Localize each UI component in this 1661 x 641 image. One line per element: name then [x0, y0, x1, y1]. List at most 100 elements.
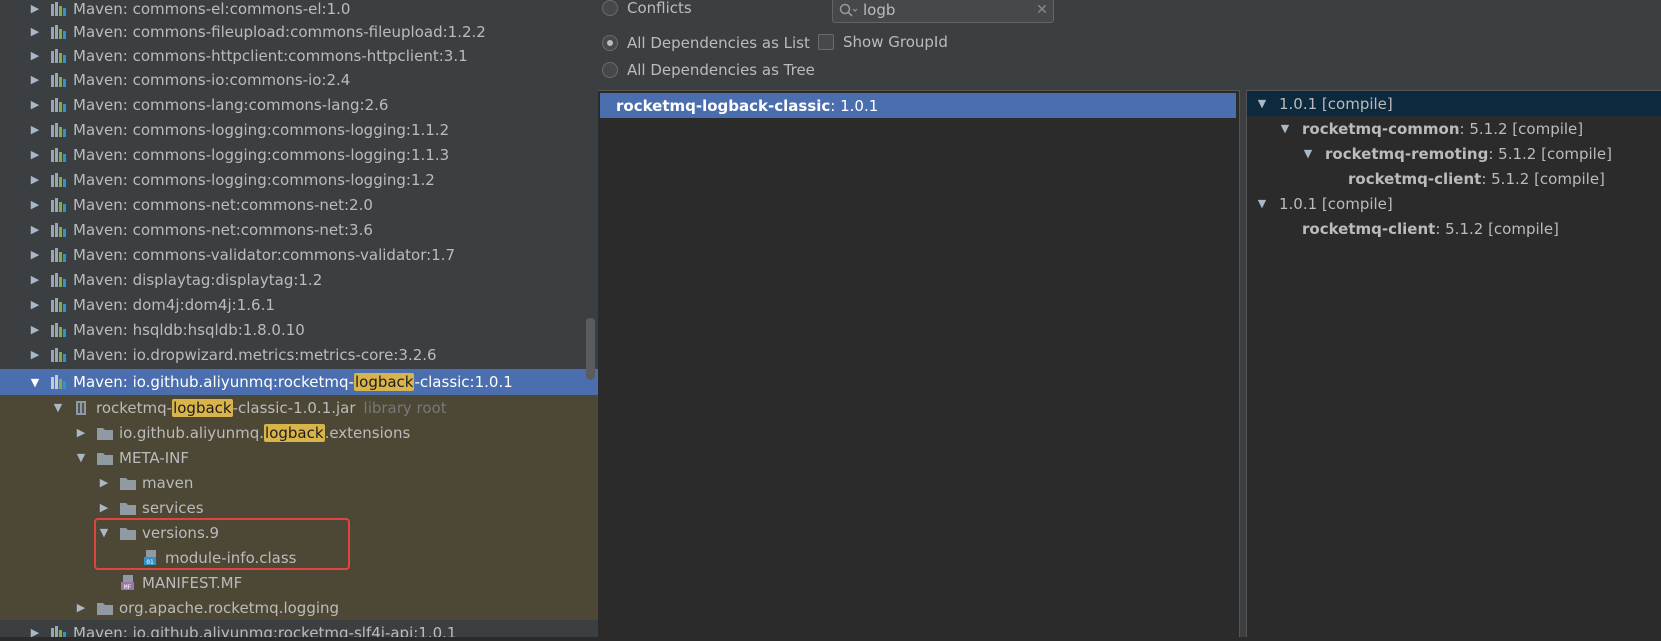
conflicts-option[interactable]: Conflicts	[602, 0, 692, 18]
tree-row-folder[interactable]: ▶ maven	[0, 470, 598, 495]
expand-arrow-icon[interactable]: ▶	[28, 273, 42, 287]
search-match-highlight: logback	[264, 423, 325, 442]
dependency-list[interactable]: rocketmq-logback-classic : 1.0.1	[598, 90, 1240, 641]
list-item-selected[interactable]: rocketmq-logback-classic : 1.0.1	[600, 93, 1236, 118]
tree-row-package[interactable]: ▶ io.github.aliyunmq. logback .extensions	[0, 420, 598, 445]
library-icon	[51, 122, 66, 137]
search-match-highlight: logback	[172, 398, 233, 417]
tree-row-label: Maven: commons-validator:commons-validat…	[73, 245, 456, 264]
tree-row[interactable]: ▶ Maven: io.dropwizard.metrics:metrics-c…	[0, 342, 598, 367]
expand-arrow-icon[interactable]: ▶	[28, 323, 42, 337]
tree-row-folder[interactable]: ▶ services	[0, 495, 598, 520]
expand-arrow-icon[interactable]: ▶	[28, 25, 42, 39]
list-mode-option[interactable]: All Dependencies as List	[602, 33, 810, 53]
collapse-arrow-icon[interactable]: ▼	[51, 401, 65, 415]
tree-row[interactable]: ▶ Maven: commons-net:commons-net:2.0	[0, 192, 598, 217]
tree-row[interactable]: ▶ Maven: commons-net:commons-net:3.6	[0, 217, 598, 242]
expand-arrow-icon[interactable]: ▶	[28, 348, 42, 362]
expand-arrow-icon[interactable]: ▶	[97, 476, 111, 490]
folder-icon	[97, 602, 113, 615]
usage-tree-row[interactable]: rocketmq-client : 5.1.2 [compile]	[1247, 216, 1661, 241]
tree-mode-radio[interactable]	[602, 62, 618, 78]
expand-arrow-icon[interactable]: ▶	[28, 198, 42, 212]
tree-row-label-prefix: rocketmq-	[96, 398, 173, 417]
tree-row[interactable]: ▶ Maven: commons-logging:commons-logging…	[0, 142, 598, 167]
tree-scrollbar-thumb[interactable]	[586, 318, 595, 380]
tree-row[interactable]: ▶ Maven: commons-fileupload:commons-file…	[0, 19, 598, 44]
tree-row[interactable]: ▶ Maven: dom4j:dom4j:1.6.1	[0, 292, 598, 317]
library-icon	[51, 1, 66, 16]
library-icon	[51, 48, 66, 63]
expand-arrow-icon[interactable]: ▶	[97, 501, 111, 515]
collapse-arrow-icon[interactable]: ▼	[74, 451, 88, 465]
tree-row-label: Maven: commons-net:commons-net:3.6	[73, 220, 373, 239]
library-icon	[51, 197, 66, 212]
expand-arrow-icon[interactable]: ▶	[28, 148, 42, 162]
expand-arrow-icon[interactable]: ▶	[28, 123, 42, 137]
search-icon[interactable]	[833, 3, 863, 17]
expand-arrow-icon[interactable]: ▶	[28, 248, 42, 262]
folder-icon	[97, 452, 113, 465]
dependency-usage-tree[interactable]: ▼ 1.0.1 [compile] ▼ rocketmq-common : 5.…	[1246, 90, 1661, 641]
tree-mode-label: All Dependencies as Tree	[627, 61, 815, 79]
tree-row-label: Maven: commons-logging:commons-logging:1…	[73, 145, 450, 164]
collapse-arrow-icon[interactable]: ▼	[28, 375, 42, 389]
svg-text:MF: MF	[124, 584, 132, 591]
expand-arrow-icon[interactable]: ▶	[28, 223, 42, 237]
clear-search-icon[interactable]: ✕	[1031, 2, 1053, 18]
show-groupid-option[interactable]: Show GroupId	[818, 32, 948, 52]
collapse-arrow-icon[interactable]: ▼	[1255, 97, 1269, 110]
library-icon	[51, 72, 66, 87]
expand-arrow-icon[interactable]: ▶	[28, 298, 42, 312]
tree-row-label: META-INF	[119, 448, 190, 467]
expand-arrow-icon[interactable]: ▶	[74, 426, 88, 440]
usage-tree-row[interactable]: ▼ rocketmq-common : 5.1.2 [compile]	[1247, 116, 1661, 141]
collapse-arrow-icon[interactable]: ▼	[1255, 197, 1269, 210]
tree-row[interactable]: ▶ Maven: hsqldb:hsqldb:1.8.0.10	[0, 317, 598, 342]
expand-arrow-icon[interactable]: ▶	[28, 49, 42, 63]
usage-artifact: rocketmq-client	[1302, 219, 1436, 238]
search-field[interactable]: logb ✕	[832, 0, 1054, 23]
artifact-version: : 1.0.1	[830, 96, 879, 115]
expand-arrow-icon[interactable]: ▶	[28, 173, 42, 187]
show-groupid-checkbox[interactable]	[818, 34, 834, 50]
tree-row-folder[interactable]: ▼ META-INF	[0, 445, 598, 470]
tree-mode-option[interactable]: All Dependencies as Tree	[602, 60, 815, 80]
tree-row[interactable]: ▶ Maven: commons-el:commons-el:1.0	[0, 0, 598, 21]
collapse-arrow-icon[interactable]: ▼	[1301, 147, 1315, 160]
usage-tree-row[interactable]: rocketmq-client : 5.1.2 [compile]	[1247, 166, 1661, 191]
library-icon	[51, 222, 66, 237]
conflicts-radio[interactable]	[602, 0, 618, 16]
library-icon	[51, 24, 66, 39]
expand-arrow-icon[interactable]: ▶	[74, 601, 88, 615]
collapse-arrow-icon[interactable]: ▼	[1278, 122, 1292, 135]
tree-row-file[interactable]: MF MANIFEST.MF	[0, 570, 598, 595]
expand-arrow-icon[interactable]: ▶	[28, 2, 42, 16]
tree-row[interactable]: ▶ Maven: commons-validator:commons-valid…	[0, 242, 598, 267]
tree-row[interactable]: ▶ Maven: commons-logging:commons-logging…	[0, 117, 598, 142]
tree-row-package[interactable]: ▶ org.apache.rocketmq.logging	[0, 595, 598, 620]
search-input[interactable]: logb	[863, 1, 1031, 19]
tree-row-selected[interactable]: ▼ Maven: io.github.aliyunmq:rocketmq-log…	[0, 369, 598, 395]
tree-row[interactable]: ▶ Maven: commons-httpclient:commons-http…	[0, 43, 598, 68]
library-icon	[51, 322, 66, 337]
library-icon	[51, 272, 66, 287]
tree-row-label: Maven: dom4j:dom4j:1.6.1	[73, 295, 275, 314]
tree-row[interactable]: ▶ Maven: displaytag:displaytag:1.2	[0, 267, 598, 292]
library-icon	[51, 347, 66, 362]
tree-row-label: Maven: commons-el:commons-el:1.0	[73, 0, 351, 18]
tree-row[interactable]: ▶ Maven: commons-logging:commons-logging…	[0, 167, 598, 192]
tree-row-label: Maven: commons-lang:commons-lang:2.6	[73, 95, 389, 114]
usage-tree-row[interactable]: ▼ 1.0.1 [compile]	[1247, 191, 1661, 216]
tree-row-jar[interactable]: ▼ rocketmq-logback -classic-1.0.1.jar lib…	[0, 395, 598, 420]
tree-row[interactable]: ▶ Maven: commons-io:commons-io:2.4	[0, 67, 598, 92]
usage-version: : 5.1.2 [compile]	[1481, 169, 1605, 188]
expand-arrow-icon[interactable]: ▶	[28, 98, 42, 112]
usage-tree-row[interactable]: ▼ rocketmq-remoting : 5.1.2 [compile]	[1247, 141, 1661, 166]
usage-tree-row[interactable]: ▼ 1.0.1 [compile]	[1247, 91, 1661, 116]
list-mode-radio[interactable]	[602, 35, 618, 51]
tree-row[interactable]: ▶ Maven: commons-lang:commons-lang:2.6	[0, 92, 598, 117]
expand-arrow-icon[interactable]: ▶	[28, 73, 42, 87]
library-icon	[51, 375, 66, 389]
project-tree[interactable]: ▶ Maven: commons-el:commons-el:1.0 ▶ Mav…	[0, 0, 598, 641]
